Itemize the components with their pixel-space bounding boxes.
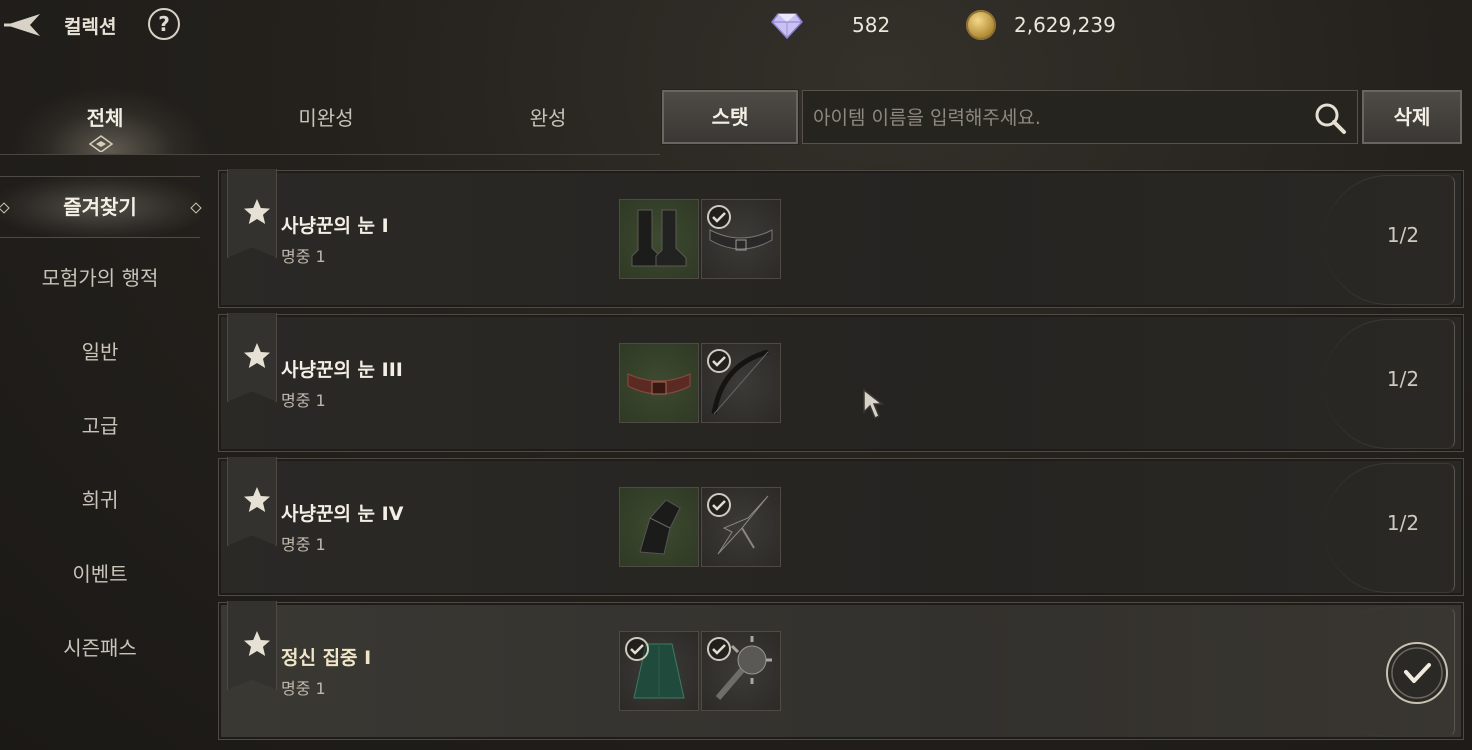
active-tab-marker-icon xyxy=(88,135,114,152)
item-slot[interactable] xyxy=(701,343,781,423)
star-icon xyxy=(244,199,270,224)
stat-button[interactable]: 스탯 xyxy=(661,89,799,145)
gold-currency: 2,629,239 xyxy=(966,10,1116,40)
favorite-tab[interactable] xyxy=(227,601,277,690)
search-icon[interactable] xyxy=(1313,101,1347,135)
boots-icon xyxy=(631,209,687,267)
owned-check-icon xyxy=(707,637,731,661)
gem-count: 582 xyxy=(852,13,891,37)
item-slot[interactable] xyxy=(701,199,781,279)
collection-list: 사냥꾼의 눈 I 명중 1 1/2 사냥꾼의 눈 III 명중 1 1/2 사냥… xyxy=(218,169,1464,750)
collection-stat: 명중 1 xyxy=(281,535,326,554)
collection-stat: 명중 1 xyxy=(281,247,326,266)
gold-coin-icon xyxy=(966,10,996,40)
collection-name: 사냥꾼의 눈 IV xyxy=(281,503,404,525)
star-icon xyxy=(244,343,270,368)
collection-name: 사냥꾼의 눈 I xyxy=(281,215,389,237)
owned-check-icon xyxy=(707,349,731,373)
sidebar-item-common[interactable]: 일반 xyxy=(0,322,200,382)
search-box xyxy=(802,90,1358,145)
delete-button[interactable]: 삭제 xyxy=(1362,90,1462,144)
star-icon xyxy=(244,631,270,656)
star-icon xyxy=(244,487,270,512)
owned-check-icon xyxy=(707,493,731,517)
item-slot[interactable] xyxy=(619,631,699,711)
owned-check-icon xyxy=(625,637,649,661)
back-arrow-icon[interactable] xyxy=(0,8,44,42)
collection-progress: 1/2 xyxy=(1386,367,1420,391)
collection-progress: 1/2 xyxy=(1386,223,1420,247)
filter-tabs: 전체 미완성 완성 xyxy=(0,86,660,155)
tab-complete[interactable]: 완성 xyxy=(488,102,608,131)
search-input[interactable] xyxy=(811,91,1295,145)
tab-all[interactable]: 전체 xyxy=(45,102,165,131)
page-title: 컬렉션 xyxy=(64,16,117,38)
collection-name: 정신 집중 I xyxy=(281,647,372,669)
favorite-tab[interactable] xyxy=(227,457,277,546)
tab-incomplete[interactable]: 미완성 xyxy=(266,102,386,131)
item-slot[interactable] xyxy=(701,631,781,711)
sidebar-item-favorites[interactable]: 즐겨찾기 xyxy=(0,176,200,238)
collection-row[interactable]: 사냥꾼의 눈 I 명중 1 1/2 xyxy=(218,169,1464,308)
top-bar: 컬렉션 ? 582 2,629,239 xyxy=(0,0,1472,52)
item-slot[interactable] xyxy=(619,199,699,279)
favorite-tab[interactable] xyxy=(227,313,277,402)
sidebar-item-event[interactable]: 이벤트 xyxy=(0,544,200,604)
sidebar-item-rare[interactable]: 희귀 xyxy=(0,470,200,530)
favorite-tab[interactable] xyxy=(227,169,277,258)
belt-icon xyxy=(627,373,691,395)
diamond-icon xyxy=(771,13,803,40)
sidebar-item-season-pass[interactable]: 시즌패스 xyxy=(0,618,200,678)
sidebar-item-adventurer[interactable]: 모험가의 행적 xyxy=(0,248,200,308)
collection-progress: 1/2 xyxy=(1386,511,1420,535)
collection-stat: 명중 1 xyxy=(281,679,326,698)
item-slot[interactable] xyxy=(701,487,781,567)
owned-check-icon xyxy=(707,205,731,229)
collection-row[interactable]: 사냥꾼의 눈 III 명중 1 1/2 xyxy=(218,313,1464,452)
item-slot[interactable] xyxy=(619,487,699,567)
help-button[interactable]: ? xyxy=(148,8,180,40)
collection-stat: 명중 1 xyxy=(281,391,326,410)
gauntlet-icon xyxy=(639,499,681,555)
collection-name: 사냥꾼의 눈 III xyxy=(281,359,403,381)
mouse-cursor-icon xyxy=(863,388,885,420)
gem-currency: 582 xyxy=(770,10,890,40)
collection-row[interactable]: 정신 집중 I 명중 1 xyxy=(218,601,1464,740)
category-sidebar: 즐겨찾기 모험가의 행적 일반 고급 희귀 이벤트 시즌패스 xyxy=(0,172,206,750)
gold-count: 2,629,239 xyxy=(1014,13,1116,37)
sidebar-item-advanced[interactable]: 고급 xyxy=(0,396,200,456)
collection-row[interactable]: 사냥꾼의 눈 IV 명중 1 1/2 xyxy=(218,457,1464,596)
item-slot[interactable] xyxy=(619,343,699,423)
complete-check-icon xyxy=(1386,642,1448,704)
